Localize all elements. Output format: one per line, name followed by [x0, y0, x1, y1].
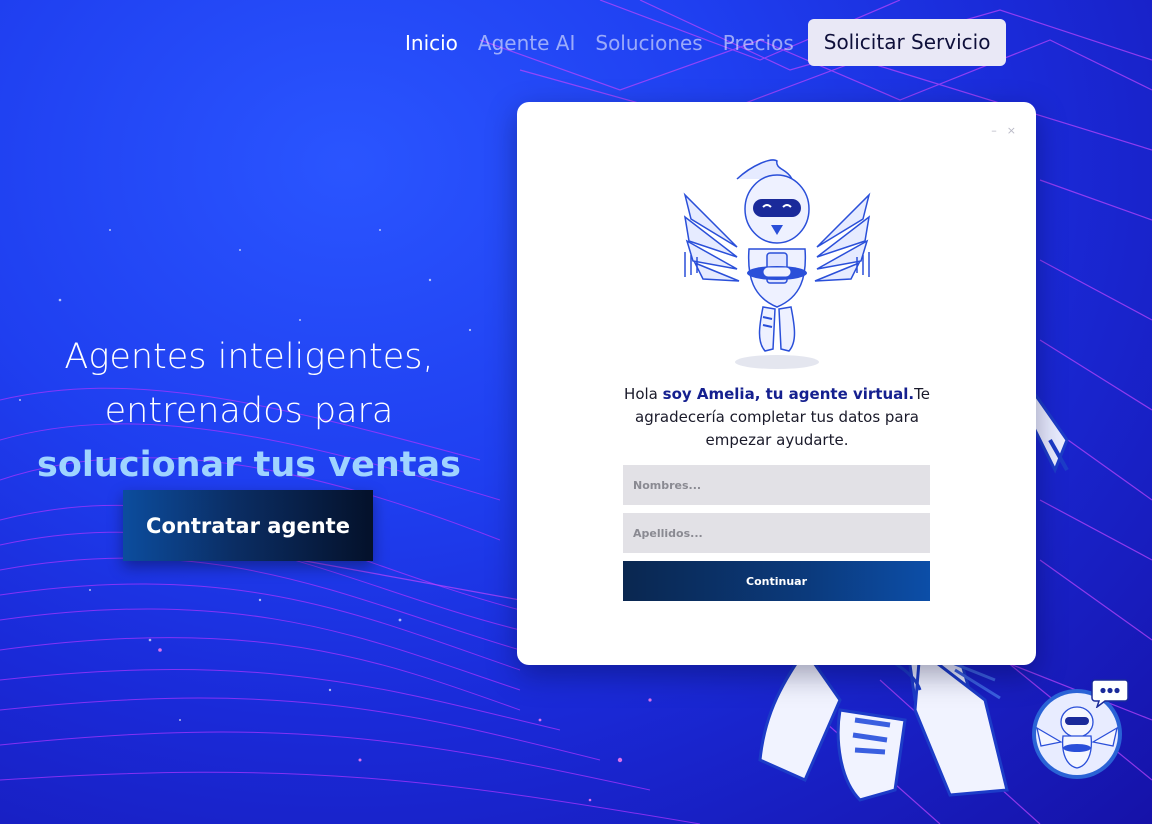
robot-avatar-illustration: [683, 159, 871, 369]
top-nav: Inicio Agente AI Soluciones Precios Soli…: [395, 19, 1007, 66]
close-icon[interactable]: ×: [1007, 124, 1016, 137]
nav-inicio[interactable]: Inicio: [405, 31, 458, 55]
continue-button[interactable]: Continuar: [623, 561, 930, 601]
last-name-input[interactable]: [623, 513, 930, 553]
minimize-icon[interactable]: –: [991, 124, 997, 137]
welcome-message-agent-name: soy Amelia, tu agente virtual.: [662, 385, 915, 403]
chat-intro-modal: – × Hola soy Amelia, tu agente virtual.T…: [517, 102, 1036, 665]
hero-headline-line2: entrenados para: [104, 391, 394, 431]
hero-headline-accent: solucionar tus ventas: [37, 445, 461, 485]
request-service-button[interactable]: Solicitar Servicio: [807, 19, 1007, 66]
hero-headline-line1: Agentes inteligentes,: [64, 337, 434, 377]
welcome-message-pre: Hola: [624, 385, 663, 403]
nav-precios[interactable]: Precios: [723, 31, 794, 55]
hire-agent-button[interactable]: Contratar agente: [123, 490, 373, 561]
chat-dots-icon: [1091, 679, 1129, 708]
first-name-input[interactable]: [623, 465, 930, 505]
nav-agente-ai[interactable]: Agente AI: [478, 31, 575, 55]
hero-section: Agentes inteligentes, entrenados para so…: [30, 330, 468, 492]
modal-controls: – ×: [991, 124, 1016, 137]
chat-launcher[interactable]: [1031, 679, 1129, 780]
welcome-message: Hola soy Amelia, tu agente virtual.Te ag…: [617, 383, 937, 452]
nav-soluciones[interactable]: Soluciones: [595, 31, 702, 55]
